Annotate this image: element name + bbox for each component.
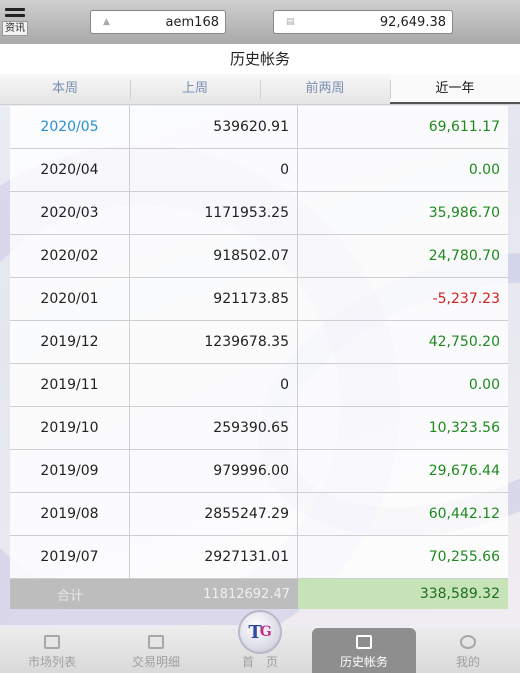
table-row[interactable]: 2019/07 2927131.01 70,255.66 [10, 536, 508, 579]
amount-cell: 2927131.01 [130, 536, 298, 578]
total-row: 合计 11812692.47 338,589.32 [10, 579, 508, 609]
page-title: 历史帐务 [0, 44, 520, 74]
username-field: ▲ aem168 [90, 10, 226, 34]
nav-market-list[interactable]: 市场列表 [0, 628, 104, 673]
result-cell: 60,442.12 [428, 506, 500, 522]
nav-home-label: 首 页 [241, 655, 278, 669]
user-icon: ▲ [103, 17, 110, 27]
menu-label: 资讯 [2, 21, 28, 36]
period-cell: 2019/09 [10, 450, 130, 492]
nav-history[interactable]: 历史帐务 [312, 628, 416, 673]
table-row[interactable]: 2019/09 979996.00 29,676.44 [10, 450, 508, 493]
market-list-icon [44, 635, 60, 649]
balance-value: 92,649.38 [379, 14, 446, 30]
period-cell: 2020/02 [10, 235, 130, 277]
trade-details-icon [148, 635, 164, 649]
amount-cell: 921173.85 [130, 278, 298, 320]
result-cell: 0.00 [468, 162, 500, 178]
table-row[interactable]: 2020/03 1171953.25 35,986.70 [10, 192, 508, 235]
result-cell: 70,255.66 [428, 549, 500, 565]
period-cell: 2020/04 [10, 149, 130, 191]
table-row[interactable]: 2020/01 921173.85 -5,237.23 [10, 278, 508, 321]
amount-cell: 0 [130, 364, 298, 406]
result-cell: 69,611.17 [428, 119, 500, 135]
table-row[interactable]: 2020/04 0 0.00 [10, 149, 508, 192]
history-table: 2020/05 539620.91 69,611.17 2020/04 0 0.… [10, 106, 508, 609]
nav-mine-label: 我的 [455, 655, 480, 669]
nav-mine[interactable]: 我的 [416, 628, 520, 673]
period-cell: 2019/08 [10, 493, 130, 535]
nav-history-label: 历史帐务 [339, 655, 388, 669]
period-cell: 2019/11 [10, 364, 130, 406]
result-cell: -5,237.23 [432, 291, 500, 307]
result-cell: 42,750.20 [428, 334, 500, 350]
period-cell: 2019/07 [10, 536, 130, 578]
result-cell: 0.00 [468, 377, 500, 393]
tab-two-weeks-ago[interactable]: 前两周 [260, 74, 390, 104]
amount-cell: 259390.65 [130, 407, 298, 449]
total-result: 338,589.32 [298, 579, 508, 609]
period-tabs: 本周 上周 前两周 近一年 [0, 74, 520, 105]
amount-cell: 0 [130, 149, 298, 191]
amount-cell: 539620.91 [130, 106, 298, 148]
nav-market-label: 市场列表 [27, 655, 76, 669]
nav-trade-details[interactable]: 交易明细 [104, 628, 208, 673]
period-cell: 2020/03 [10, 192, 130, 234]
amount-cell: 979996.00 [130, 450, 298, 492]
total-label: 合计 [56, 588, 83, 604]
period-cell: 2020/01 [10, 278, 130, 320]
total-amount: 11812692.47 [203, 586, 290, 602]
home-logo-icon[interactable]: TG [238, 610, 282, 654]
amount-cell: 1239678.35 [130, 321, 298, 363]
period-cell[interactable]: 2020/05 [10, 106, 130, 148]
logo-letter-sub: G [259, 624, 272, 640]
tab-past-year[interactable]: 近一年 [390, 74, 520, 104]
amount-cell: 2855247.29 [130, 493, 298, 535]
nav-home[interactable]: TG 首 页 [208, 610, 312, 673]
table-row[interactable]: 2019/10 259390.65 10,323.56 [10, 407, 508, 450]
table-row[interactable]: 2019/12 1239678.35 42,750.20 [10, 321, 508, 364]
tab-last-week[interactable]: 上周 [130, 74, 260, 104]
hamburger-icon [5, 8, 25, 20]
menu-button[interactable]: 资讯 [0, 0, 30, 44]
period-cell: 2019/12 [10, 321, 130, 363]
wallet-icon: ▤ [286, 17, 295, 27]
table-row[interactable]: 2020/02 918502.07 24,780.70 [10, 235, 508, 278]
top-bar: 资讯 ▲ aem168 ▤ 92,649.38 [0, 0, 520, 44]
history-icon [356, 635, 372, 649]
username-value: aem168 [165, 14, 219, 30]
nav-trades-label: 交易明细 [131, 655, 180, 669]
result-cell: 10,323.56 [428, 420, 500, 436]
amount-cell: 918502.07 [130, 235, 298, 277]
period-cell: 2019/10 [10, 407, 130, 449]
result-cell: 29,676.44 [428, 463, 500, 479]
balance-field: ▤ 92,649.38 [273, 10, 453, 34]
profile-icon [460, 635, 476, 649]
table-row[interactable]: 2020/05 539620.91 69,611.17 [10, 106, 508, 149]
table-row[interactable]: 2019/11 0 0.00 [10, 364, 508, 407]
table-row[interactable]: 2019/08 2855247.29 60,442.12 [10, 493, 508, 536]
result-cell: 35,986.70 [428, 205, 500, 221]
bottom-navigation: 市场列表 交易明细 TG 首 页 历史帐务 我的 [0, 610, 520, 673]
tab-this-week[interactable]: 本周 [0, 74, 130, 104]
result-cell: 24,780.70 [428, 248, 500, 264]
amount-cell: 1171953.25 [130, 192, 298, 234]
